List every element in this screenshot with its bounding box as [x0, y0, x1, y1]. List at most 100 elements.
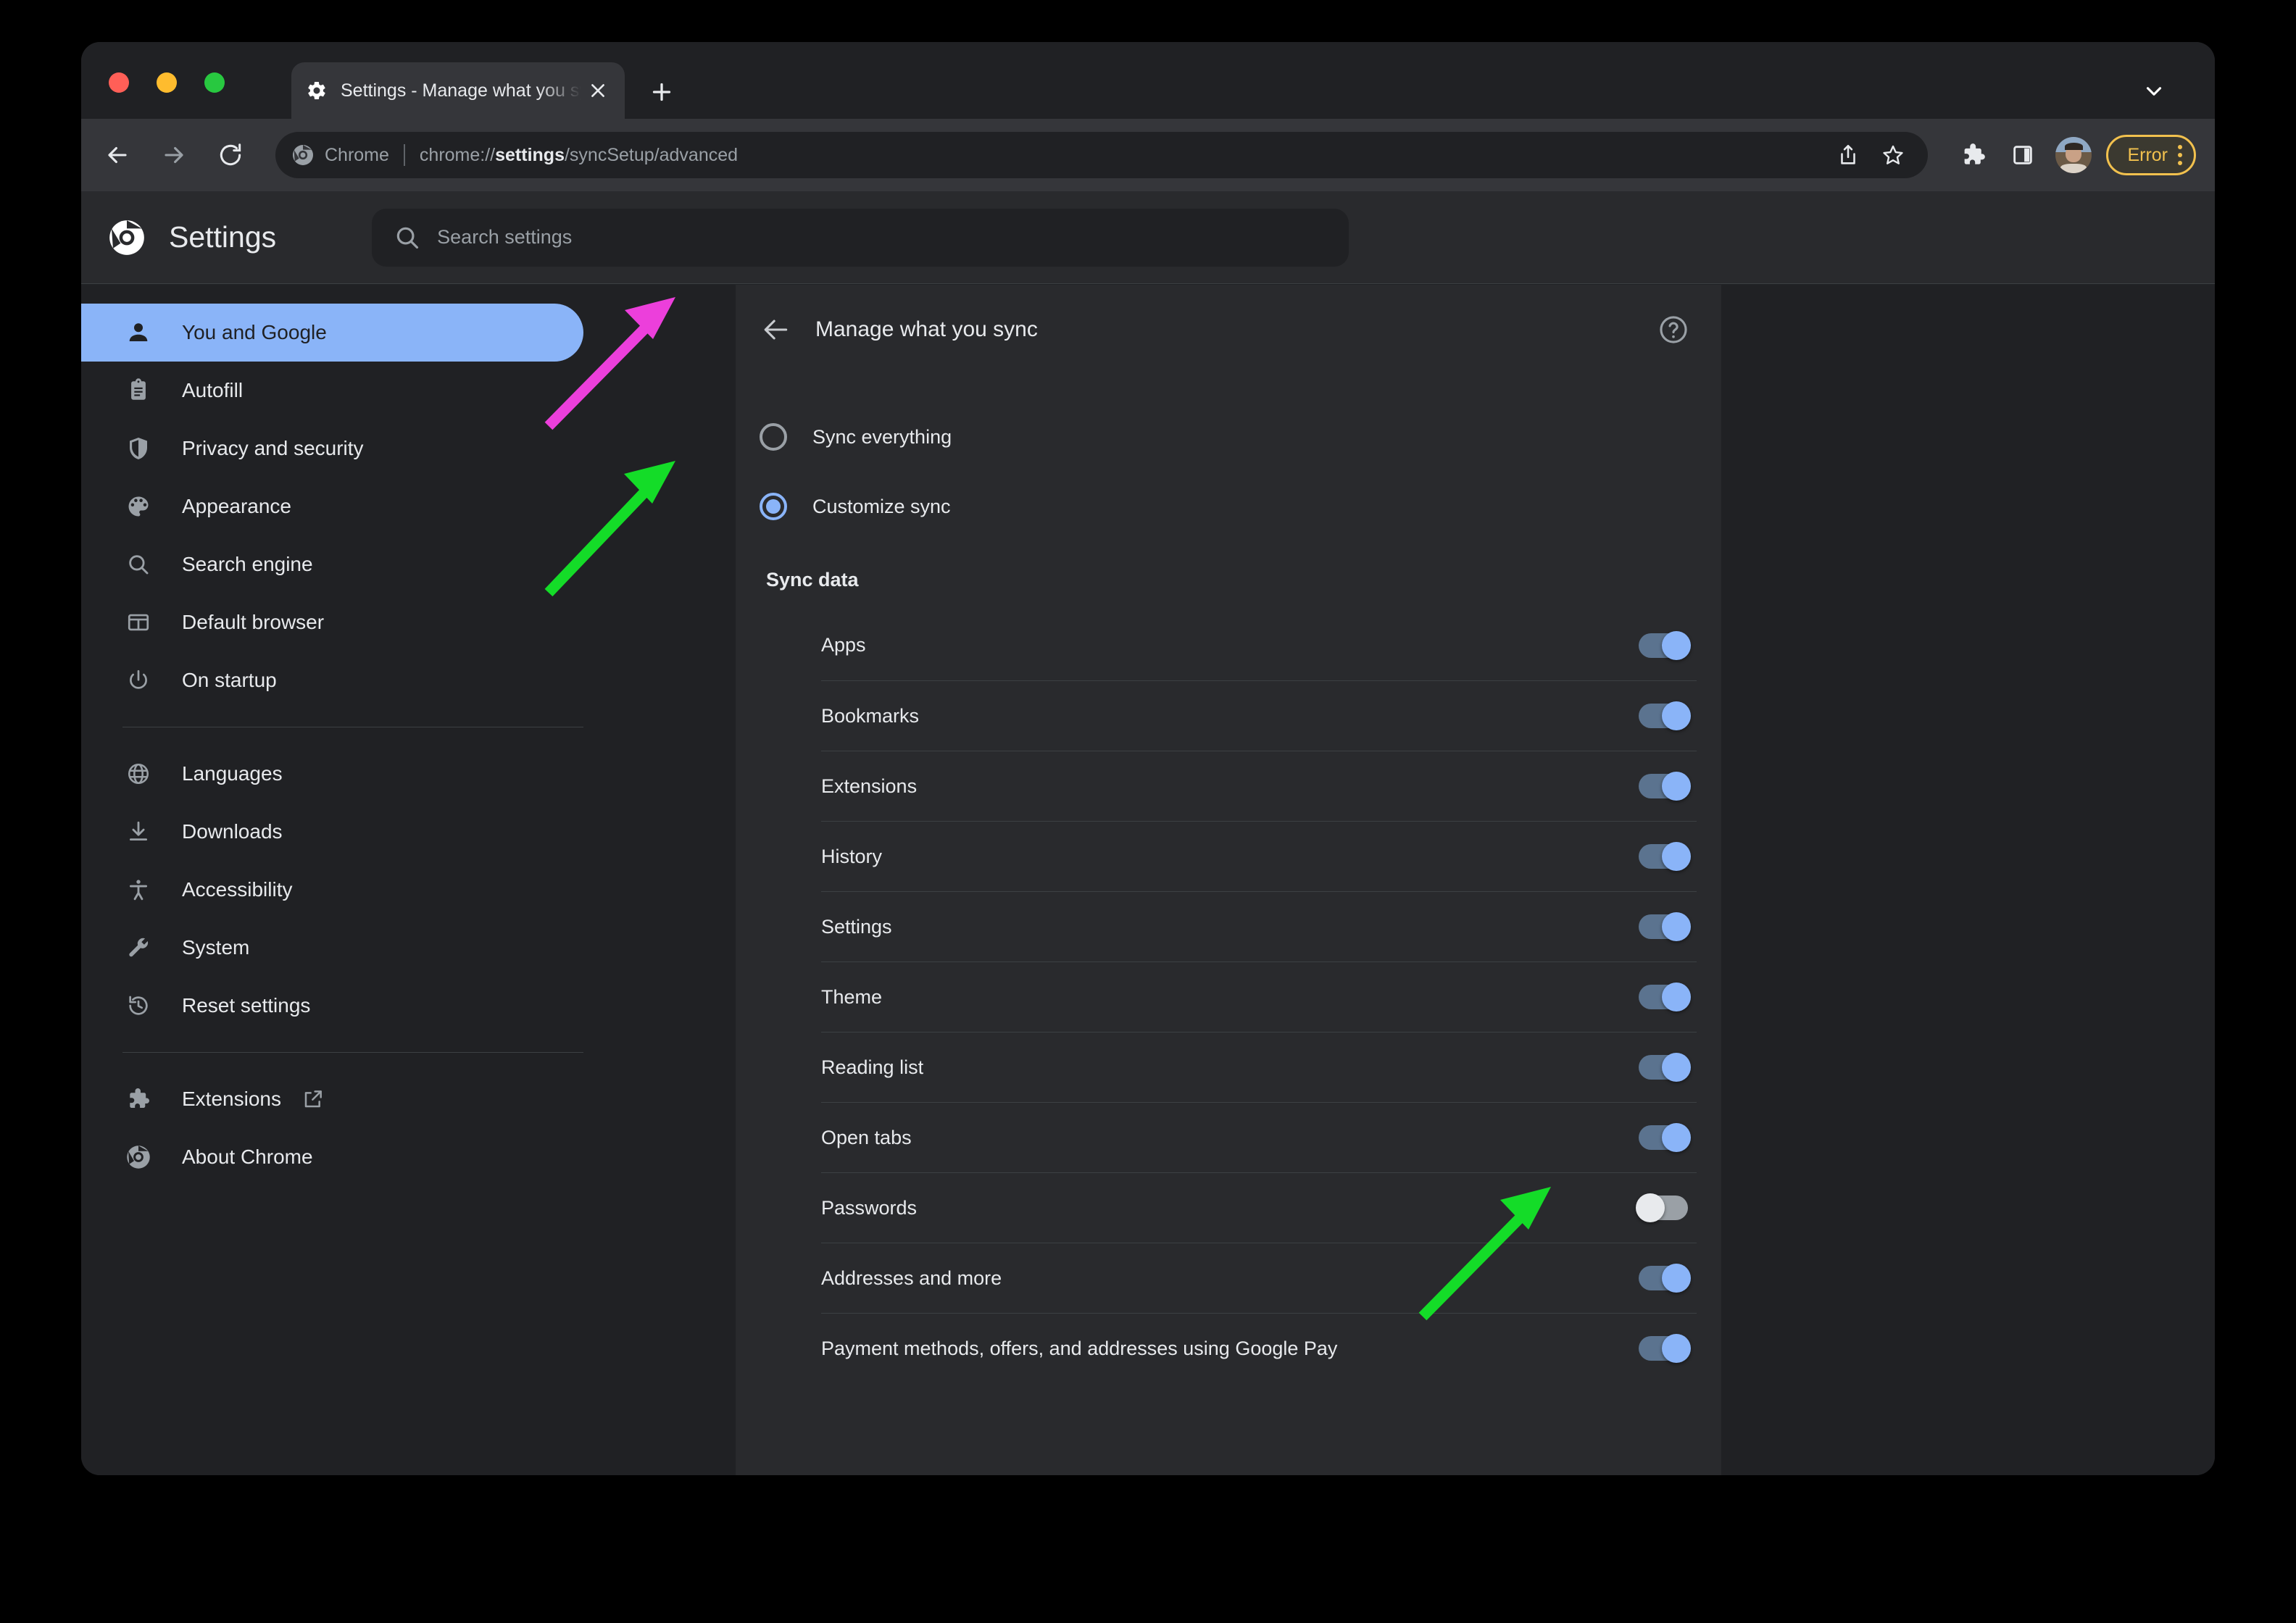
maximize-window-button[interactable] [204, 72, 225, 93]
sidebar-divider [122, 1052, 583, 1053]
settings-header: Settings Search settings [81, 191, 2215, 284]
minimize-window-button[interactable] [157, 72, 177, 93]
sync-toggle-settings[interactable] [1639, 914, 1688, 939]
sync-toggle-bookmarks[interactable] [1639, 704, 1688, 728]
sync-toggle-theme[interactable] [1639, 985, 1688, 1009]
sidebar-item-default-browser[interactable]: Default browser [81, 593, 583, 651]
forward-button[interactable] [154, 135, 194, 175]
accessibility-icon [122, 874, 154, 906]
sidebar-item-you-and-google[interactable]: You and Google [81, 304, 583, 362]
sync-toggle-passwords[interactable] [1639, 1196, 1688, 1220]
new-tab-button[interactable] [645, 75, 678, 109]
sidebar-item-label: Default browser [182, 611, 324, 634]
radio-sync-everything[interactable]: Sync everything [736, 402, 1721, 472]
sync-toggle-open-tabs[interactable] [1639, 1125, 1688, 1150]
sync-toggle-extensions[interactable] [1639, 774, 1688, 798]
sidebar-item-label: Autofill [182, 379, 243, 402]
back-button[interactable] [97, 135, 138, 175]
share-icon[interactable] [1829, 136, 1867, 174]
sync-row-payment-methods[interactable]: Payment methods, offers, and addresses u… [821, 1313, 1697, 1383]
sync-toggle-history[interactable] [1639, 844, 1688, 869]
sidebar-item-label: Reset settings [182, 994, 310, 1017]
tab-strip: Settings - Manage what you sy [81, 42, 2215, 119]
omnibox-url: chrome://settings/syncSetup/advanced [420, 145, 1823, 166]
chevron-down-icon[interactable] [2138, 75, 2170, 107]
radio-customize-sync[interactable]: Customize sync [736, 472, 1721, 541]
tab-title: Settings - Manage what you sy [341, 80, 581, 101]
window-controls [109, 72, 225, 93]
sidebar-item-languages[interactable]: Languages [81, 745, 583, 803]
star-icon[interactable] [1874, 136, 1912, 174]
sidebar-item-on-startup[interactable]: On startup [81, 651, 583, 709]
content-title: Manage what you sync [815, 317, 1657, 342]
sync-row-open-tabs[interactable]: Open tabs [821, 1102, 1697, 1172]
content-header: Manage what you sync [736, 285, 1721, 375]
close-icon[interactable] [586, 81, 610, 100]
wrench-icon [122, 932, 154, 964]
status-badge-label: Error [2127, 145, 2168, 166]
sync-row-reading-list[interactable]: Reading list [821, 1032, 1697, 1102]
sidebar-item-extensions[interactable]: Extensions [81, 1070, 583, 1128]
sidebar-item-privacy-and-security[interactable]: Privacy and security [81, 420, 583, 477]
sync-toggle-payment-methods[interactable] [1639, 1336, 1688, 1361]
puzzle-icon[interactable] [1954, 135, 1993, 175]
omnibox-divider [404, 144, 405, 166]
arrow-left-icon[interactable] [757, 312, 794, 348]
help-circle-icon[interactable] [1657, 314, 1689, 346]
sync-row-label: History [821, 846, 1639, 868]
address-bar[interactable]: Chrome chrome://settings/syncSetup/advan… [275, 132, 1928, 178]
sync-row-history[interactable]: History [821, 821, 1697, 891]
chrome-menu-icon[interactable] [2178, 145, 2182, 165]
clipboard-icon [122, 375, 154, 406]
sync-row-settings[interactable]: Settings [821, 891, 1697, 961]
sync-row-addresses-and-more[interactable]: Addresses and more [821, 1243, 1697, 1313]
sync-toggle-apps[interactable] [1639, 633, 1688, 658]
sync-row-apps[interactable]: Apps [821, 610, 1697, 680]
browser-tab[interactable]: Settings - Manage what you sy [291, 62, 625, 119]
reload-button[interactable] [210, 135, 251, 175]
sidebar-item-label: Languages [182, 762, 283, 785]
sync-row-label: Apps [821, 634, 1639, 656]
sidebar-item-search-engine[interactable]: Search engine [81, 535, 583, 593]
sidebar-item-accessibility[interactable]: Accessibility [81, 861, 583, 919]
sync-row-extensions[interactable]: Extensions [821, 751, 1697, 821]
history-restore-icon [122, 990, 154, 1022]
sync-data-list: Apps Bookmarks Extensions History Settin… [821, 610, 1697, 1383]
sidebar-item-system[interactable]: System [81, 919, 583, 977]
sync-toggle-reading-list[interactable] [1639, 1055, 1688, 1080]
sync-toggle-addresses[interactable] [1639, 1266, 1688, 1290]
chrome-logo-icon [122, 1141, 154, 1173]
radio-button[interactable] [757, 491, 789, 522]
sidebar-item-appearance[interactable]: Appearance [81, 477, 583, 535]
sync-row-label: Bookmarks [821, 705, 1639, 727]
sidebar-item-label: On startup [182, 669, 277, 692]
sync-row-bookmarks[interactable]: Bookmarks [821, 680, 1697, 751]
settings-sidebar: You and Google Autofill Privacy and secu… [81, 285, 654, 1475]
close-window-button[interactable] [109, 72, 129, 93]
radio-button[interactable] [757, 421, 789, 453]
sidebar-item-reset-settings[interactable]: Reset settings [81, 977, 583, 1035]
sidebar-item-downloads[interactable]: Downloads [81, 803, 583, 861]
status-badge[interactable]: Error [2106, 135, 2196, 175]
sidebar-item-label: Accessibility [182, 878, 292, 901]
sync-row-label: Reading list [821, 1056, 1639, 1079]
browser-window: Settings - Manage what you sy [81, 42, 2215, 1475]
url-prefix: chrome:// [420, 145, 495, 165]
omnibox-actions [1822, 136, 1912, 174]
sidebar-item-label: You and Google [182, 321, 327, 344]
sidebar-item-about-chrome[interactable]: About Chrome [81, 1128, 583, 1186]
sidebar-item-label: Appearance [182, 495, 291, 518]
avatar[interactable] [2055, 137, 2092, 173]
url-host: settings [495, 145, 565, 165]
side-panel-icon[interactable] [2003, 135, 2042, 175]
search-input[interactable]: Search settings [437, 226, 572, 249]
sync-row-theme[interactable]: Theme [821, 961, 1697, 1032]
person-icon [122, 317, 154, 349]
toolbar-actions: Error [1944, 135, 2215, 175]
sidebar-item-autofill[interactable]: Autofill [81, 362, 583, 420]
open-in-new-icon[interactable] [301, 1088, 325, 1111]
shield-icon [122, 433, 154, 464]
search-settings-box[interactable]: Search settings [372, 209, 1349, 267]
sync-row-passwords[interactable]: Passwords [821, 1172, 1697, 1243]
sync-row-label: Open tabs [821, 1127, 1639, 1149]
